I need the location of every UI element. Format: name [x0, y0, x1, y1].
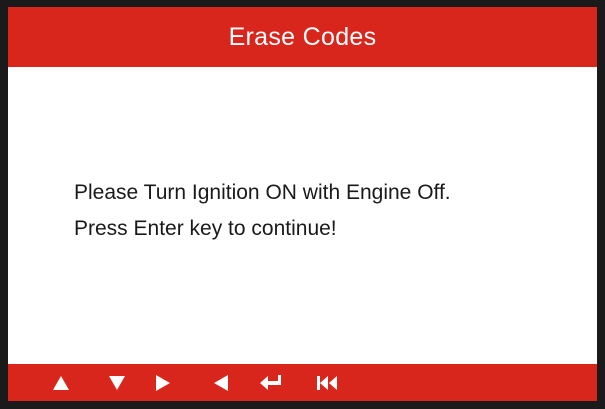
left-key[interactable] — [206, 364, 236, 401]
instruction-message: Please Turn Ignition ON with Engine Off.… — [74, 175, 451, 247]
up-arrow-icon — [53, 375, 69, 390]
content-area: Please Turn Ignition ON with Engine Off.… — [8, 67, 597, 364]
instruction-line-1: Please Turn Ignition ON with Engine Off. — [74, 181, 451, 204]
down-key[interactable] — [102, 364, 132, 401]
up-key[interactable] — [46, 364, 76, 401]
right-arrow-icon — [156, 374, 170, 391]
enter-icon — [260, 374, 281, 390]
skip-back-icon — [317, 375, 337, 390]
title-bar: Erase Codes — [8, 7, 597, 67]
right-key[interactable] — [148, 364, 178, 401]
screen: Erase Codes Please Turn Ignition ON with… — [8, 7, 597, 401]
device-bezel: Erase Codes Please Turn Ignition ON with… — [0, 0, 605, 409]
enter-key[interactable] — [256, 364, 286, 401]
down-arrow-icon — [109, 375, 125, 390]
skip-back-key[interactable] — [312, 364, 342, 401]
instruction-line-2: Press Enter key to continue! — [74, 217, 337, 240]
function-key-bar — [8, 364, 597, 401]
page-title: Erase Codes — [228, 22, 377, 51]
left-arrow-icon — [214, 374, 228, 391]
